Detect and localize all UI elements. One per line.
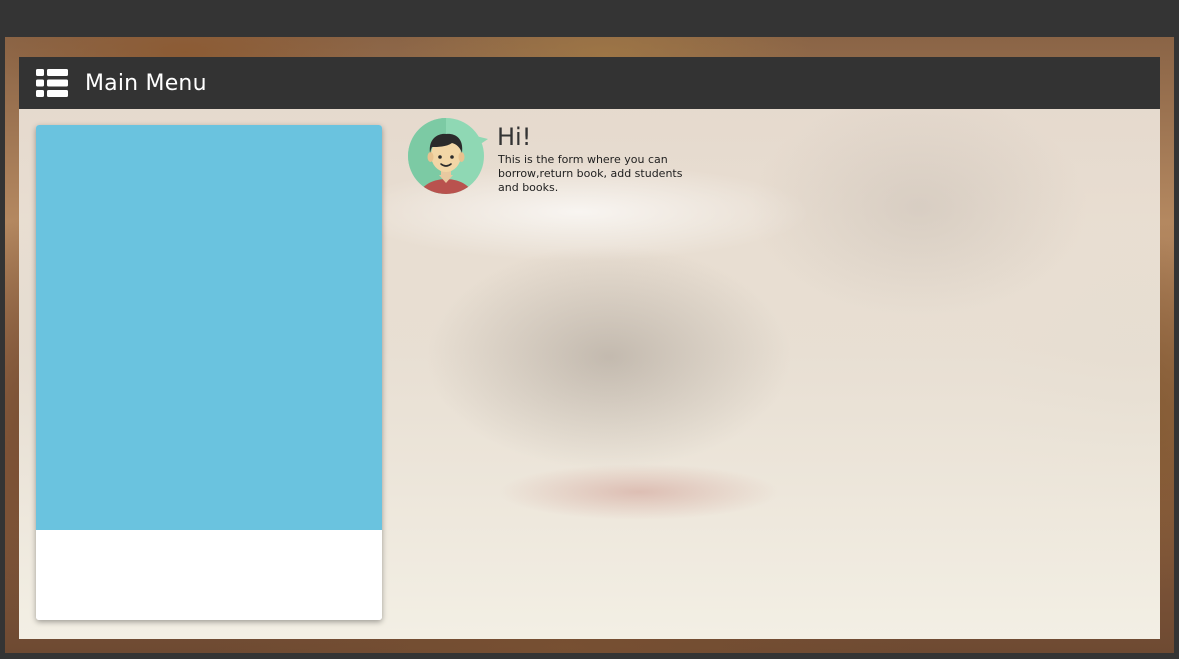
greeting-heading: Hi!	[497, 123, 532, 151]
window-frame: Main Menu Hi! This is the form where you…	[5, 37, 1174, 653]
page-title: Main Menu	[85, 70, 207, 96]
card-media	[36, 125, 382, 530]
welcome-message: This is the form where you can borrow,re…	[498, 153, 683, 194]
list-menu-icon[interactable]	[36, 69, 68, 97]
header-bar: Main Menu	[19, 57, 1160, 109]
card-body	[36, 530, 382, 620]
user-avatar-icon	[406, 117, 490, 197]
menu-card[interactable]	[36, 125, 382, 620]
